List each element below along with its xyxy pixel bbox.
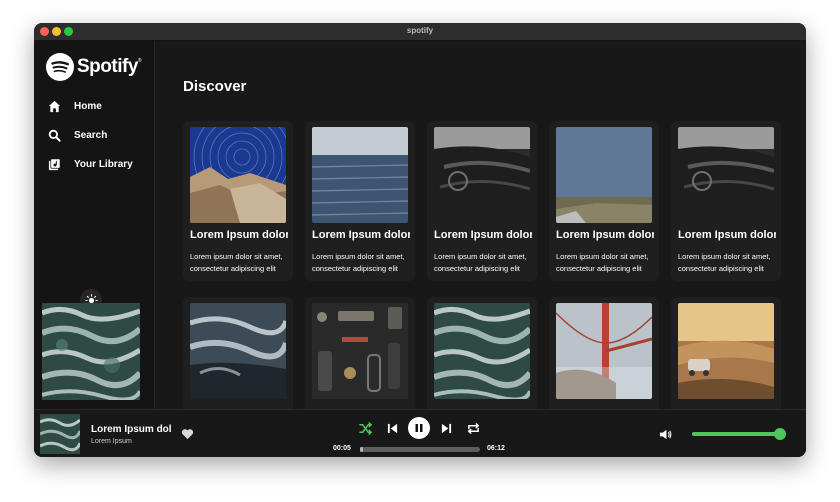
card-thumbnail [312, 127, 408, 223]
nav-library-label: Your Library [74, 158, 133, 170]
album-card[interactable] [183, 297, 293, 409]
repeat-icon[interactable] [467, 422, 480, 435]
card-title: Lorem Ipsum dolor sit [190, 229, 288, 241]
card-thumbnail [434, 303, 530, 399]
pause-button[interactable] [408, 417, 430, 439]
shuffle-icon[interactable] [359, 422, 372, 435]
now-playing-art-large [42, 303, 140, 400]
card-description: Lorem ipsum dolor sit amet, consectetur … [312, 252, 405, 273]
album-card[interactable]: Lorem Ipsum dolor sit Lorem ipsum dolor … [305, 121, 415, 281]
card-thumbnail [312, 303, 408, 399]
pause-icon [415, 424, 423, 432]
progress-bar[interactable] [360, 447, 480, 452]
card-thumbnail [678, 127, 774, 223]
nav-search[interactable]: Search [48, 126, 107, 144]
card-description: Lorem ipsum dolor sit amet, consectetur … [556, 252, 649, 273]
player-bar: Lorem Ipsum dolor sit Lorem Ipsum [34, 409, 806, 457]
card-thumbnail [556, 303, 652, 399]
nav-search-label: Search [74, 129, 108, 141]
nav-home-label: Home [74, 100, 102, 112]
next-icon[interactable] [441, 423, 452, 434]
nav-library[interactable]: Your Library [48, 155, 133, 173]
ocean-waves-image [40, 414, 80, 454]
album-card[interactable] [549, 297, 659, 409]
card-description: Lorem ipsum dolor sit amet, consectetur … [678, 252, 771, 273]
album-card[interactable] [305, 297, 415, 409]
album-card[interactable]: Lorem Ipsum dolor sit Lorem ipsum dolor … [183, 121, 293, 281]
album-card[interactable]: Lorem Ipsum dolor sit Lorem ipsum dolor … [427, 121, 537, 281]
card-title: Lorem Ipsum dolor sit [434, 229, 532, 241]
window-title: spotify [406, 26, 434, 35]
brand-trademark: ® [137, 58, 142, 64]
card-thumbnail [190, 303, 286, 399]
volume-icon[interactable] [659, 428, 672, 441]
card-thumbnail [556, 127, 652, 223]
library-icon [48, 158, 61, 170]
heart-icon[interactable] [181, 428, 194, 440]
progress-fill [360, 447, 363, 452]
track-title[interactable]: Lorem Ipsum dolor sit [91, 424, 171, 435]
card-title: Lorem Ipsum dolor sit [678, 229, 776, 241]
total-duration: 06:12 [487, 445, 505, 452]
track-artist[interactable]: Lorem Ipsum [91, 438, 132, 445]
main-content: Discover Lorem Ipsum dolor sit Lorem ips… [155, 41, 806, 409]
volume-handle[interactable] [774, 428, 787, 440]
album-card[interactable] [427, 297, 537, 409]
album-card[interactable]: Lorem Ipsum dolor sit Lorem ipsum dolor … [671, 121, 781, 281]
app-window: spotify Spotify ® Home Search Your Libra… [34, 23, 806, 457]
album-card[interactable]: Lorem Ipsum dolor sit Lorem ipsum dolor … [549, 121, 659, 281]
spotify-logo[interactable]: Spotify ® [46, 52, 142, 82]
card-description: Lorem ipsum dolor sit amet, consectetur … [190, 252, 283, 273]
nav-home[interactable]: Home [48, 97, 102, 115]
previous-icon[interactable] [387, 423, 398, 434]
card-title: Lorem Ipsum dolor sit [312, 229, 410, 241]
home-icon [48, 100, 61, 112]
page-title: Discover [183, 78, 247, 95]
card-thumbnail [678, 303, 774, 399]
elapsed-time: 00:05 [333, 445, 351, 452]
volume-fill [692, 432, 781, 436]
title-bar: spotify [34, 23, 806, 41]
search-icon [48, 129, 61, 142]
card-thumbnail [434, 127, 530, 223]
sidebar: Spotify ® Home Search Your Library [34, 41, 155, 409]
now-playing-thumbnail[interactable] [40, 414, 80, 454]
album-card[interactable] [671, 297, 781, 409]
volume-slider[interactable] [692, 428, 787, 440]
card-thumbnail [190, 127, 286, 223]
spotify-logo-icon [46, 53, 74, 81]
card-title: Lorem Ipsum dolor sit [556, 229, 654, 241]
brand-name: Spotify [77, 56, 138, 77]
ocean-waves-image [42, 303, 140, 400]
card-description: Lorem ipsum dolor sit amet, consectetur … [434, 252, 527, 273]
